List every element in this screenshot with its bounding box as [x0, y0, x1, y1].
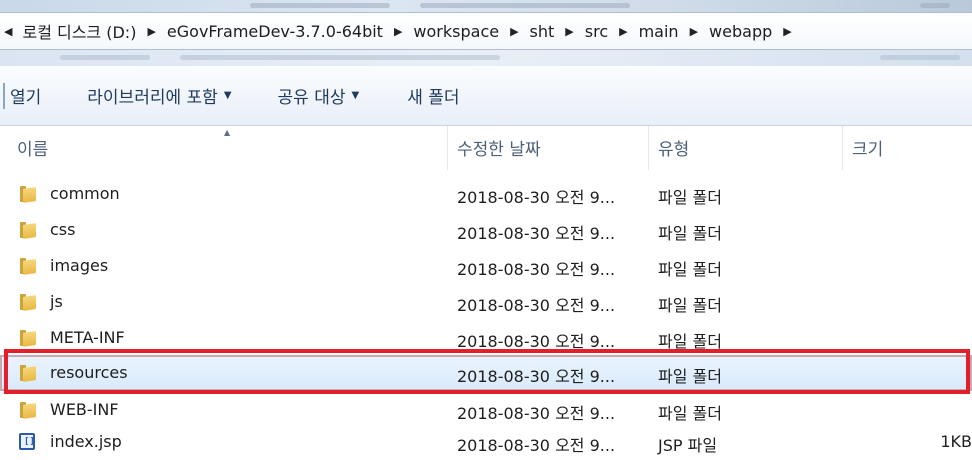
chevron-right-icon[interactable]: ▶ [147, 25, 155, 38]
file-type: 파일 폴더 [658, 260, 722, 279]
breadcrumb-item-webapp[interactable]: webapp [707, 22, 774, 41]
breadcrumb-item-src[interactable]: src [583, 22, 610, 41]
column-divider[interactable] [648, 126, 649, 170]
folder-icon [18, 364, 38, 382]
file-name: common [50, 184, 120, 203]
column-divider[interactable] [842, 126, 843, 170]
new-folder-button[interactable]: 새 폴더 [407, 83, 459, 108]
file-type: 파일 폴더 [658, 188, 722, 207]
chevron-right-icon[interactable]: ▶ [565, 25, 573, 38]
share-with-button[interactable]: 공유 대상 ▼ [278, 83, 360, 108]
address-bar[interactable]: ◀ 로컬 디스크 (D:) ▶ eGovFrameDev-3.7.0-64bit… [0, 12, 972, 50]
file-row-js[interactable]: js 2018-08-30 오전 9... 파일 폴더 [0, 284, 972, 320]
file-size: 1KB [940, 432, 972, 451]
file-type: 파일 폴더 [658, 404, 722, 423]
file-row-common[interactable]: common 2018-08-30 오전 9... 파일 폴더 [0, 176, 972, 212]
chevron-right-icon[interactable]: ▶ [394, 25, 402, 38]
file-date: 2018-08-30 오전 9... [457, 332, 616, 351]
share-with-label: 공유 대상 [277, 88, 346, 108]
chevron-right-icon[interactable]: ▶ [619, 25, 627, 38]
column-name[interactable]: 이름 [17, 135, 48, 160]
folder-icon [18, 185, 38, 203]
command-toolbar: 열기 라이브러리에 포함 ▼ 공유 대상 ▼ 새 폴더 [0, 66, 972, 126]
new-folder-label: 새 폴더 [407, 88, 460, 108]
file-name: images [50, 256, 109, 275]
window-title-strip [0, 0, 972, 12]
folder-icon [18, 401, 38, 419]
file-type: 파일 폴더 [658, 224, 722, 243]
column-header: ▲ 이름 수정한 날짜 유형 크기 [0, 126, 972, 170]
sort-ascending-icon: ▲ [224, 128, 231, 137]
file-date: 2018-08-30 오전 9... [457, 260, 616, 279]
column-size[interactable]: 크기 [852, 135, 883, 160]
file-type: 파일 폴더 [658, 367, 722, 386]
chevron-right-icon[interactable]: ▶ [510, 25, 518, 38]
file-date: 2018-08-30 오전 9... [457, 404, 616, 423]
include-in-library-button[interactable]: 라이브러리에 포함 ▼ [87, 83, 231, 108]
chevron-right-icon[interactable]: ▶ [690, 25, 698, 38]
include-in-library-label: 라이브러리에 포함 [87, 88, 218, 108]
open-label: 열기 [10, 88, 42, 108]
breadcrumb-item-workspace[interactable]: workspace [411, 22, 501, 41]
file-name: META-INF [50, 328, 125, 347]
file-row-web-inf[interactable]: WEB-INF 2018-08-30 오전 9... 파일 폴더 [0, 392, 972, 428]
file-date: 2018-08-30 오전 9... [457, 188, 616, 207]
folder-icon [18, 257, 38, 275]
file-name: css [50, 220, 76, 239]
file-row-images[interactable]: images 2018-08-30 오전 9... 파일 폴더 [0, 248, 972, 284]
file-row-meta-inf[interactable]: META-INF 2018-08-30 오전 9... 파일 폴더 [0, 320, 972, 356]
chevron-down-icon: ▼ [223, 90, 232, 101]
breadcrumb-item-drive[interactable]: 로컬 디스크 (D:) [20, 19, 138, 43]
file-type: 파일 폴더 [658, 296, 722, 315]
file-name: index.jsp [50, 432, 122, 451]
file-type: 파일 폴더 [658, 332, 722, 351]
breadcrumb: ◀ 로컬 디스크 (D:) ▶ eGovFrameDev-3.7.0-64bit… [0, 19, 801, 43]
folder-icon [18, 221, 38, 239]
folder-icon [18, 293, 38, 311]
search-strip [0, 50, 972, 66]
file-name: WEB-INF [50, 400, 119, 419]
chevron-right-icon[interactable]: ▶ [783, 25, 791, 38]
file-date: 2018-08-30 오전 9... [457, 367, 616, 386]
file-name: js [50, 292, 63, 311]
breadcrumb-item-sht[interactable]: sht [528, 22, 557, 41]
file-type: JSP 파일 [658, 436, 718, 455]
chevron-left-icon[interactable]: ◀ [4, 25, 12, 38]
file-date: 2018-08-30 오전 9... [457, 436, 616, 455]
column-divider[interactable] [447, 126, 448, 170]
folder-icon [18, 329, 38, 347]
column-type[interactable]: 유형 [658, 135, 689, 160]
jsp-file-icon: [] [18, 432, 38, 451]
file-row-css[interactable]: css 2018-08-30 오전 9... 파일 폴더 [0, 212, 972, 248]
toolbar-edge [3, 82, 5, 109]
file-name: resources [50, 363, 128, 382]
breadcrumb-item-egovframe[interactable]: eGovFrameDev-3.7.0-64bit [165, 22, 385, 41]
file-row-resources[interactable]: resources 2018-08-30 오전 9... 파일 폴더 [0, 355, 972, 391]
chevron-down-icon: ▼ [351, 90, 360, 101]
breadcrumb-item-main[interactable]: main [637, 22, 681, 41]
open-button[interactable]: 열기 [10, 83, 41, 108]
column-date-modified[interactable]: 수정한 날짜 [457, 135, 541, 160]
file-date: 2018-08-30 오전 9... [457, 224, 616, 243]
file-row-index-jsp[interactable]: [] index.jsp 2018-08-30 오전 9... JSP 파일 1… [0, 424, 972, 460]
file-date: 2018-08-30 오전 9... [457, 296, 616, 315]
